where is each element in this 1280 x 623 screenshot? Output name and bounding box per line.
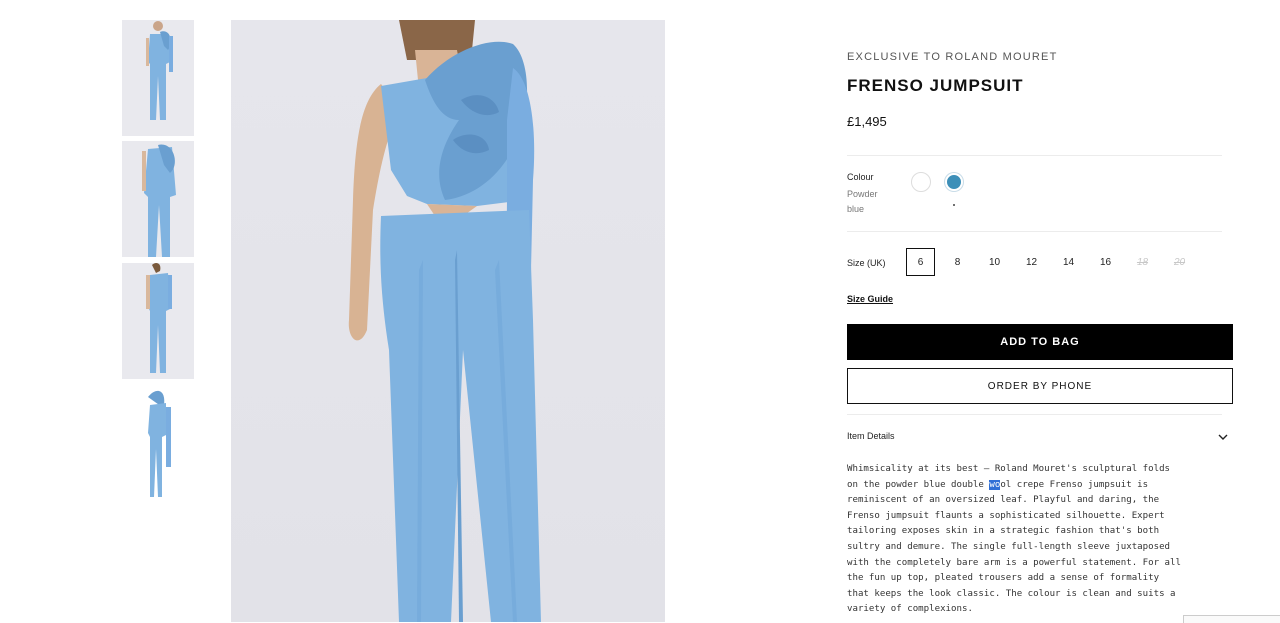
selected-swatch-indicator [953, 204, 955, 206]
description-line: the fun up top, pleated trousers add a s… [847, 573, 1160, 584]
description-line: with the completely bare arm is a powerf… [847, 557, 1181, 568]
description-line: variety of complexions. [847, 604, 973, 615]
main-product-image[interactable] [231, 20, 665, 622]
description-line: Whimsicality at its best – Roland Mouret… [847, 464, 1171, 474]
colour-name: Powder blue [847, 189, 878, 214]
selected-text-highlight: wo [989, 479, 1001, 490]
thumbnail-3[interactable] [122, 263, 194, 379]
product-info-panel: EXCLUSIVE TO ROLAND MOURET FRENSO JUMPSU… [847, 0, 1233, 622]
product-price: £1,495 [847, 114, 887, 129]
swatch-white[interactable] [911, 172, 931, 192]
description-line: Frenso jumpsuit flaunts a sophisticated … [847, 510, 1165, 521]
size-option-16[interactable]: 16 [1091, 248, 1120, 276]
item-description: Whimsicality at its best – Roland Mouret… [847, 462, 1233, 618]
divider [847, 231, 1222, 232]
size-option-6[interactable]: 6 [906, 248, 935, 276]
swatch-powder-blue[interactable] [945, 173, 963, 191]
product-title: FRENSO JUMPSUIT [847, 76, 1024, 95]
add-to-bag-button[interactable]: ADD TO BAG [847, 324, 1233, 360]
description-line: tailoring exposes skin in a strategic fa… [847, 526, 1160, 537]
description-line: on the powder blue double wool crepe Fre… [847, 478, 1233, 494]
brand-label: EXCLUSIVE TO ROLAND MOURET [847, 51, 1058, 63]
size-option-8[interactable]: 8 [943, 248, 972, 276]
thumbnail-2[interactable] [122, 141, 194, 257]
description-line: reminiscent of an oversized leaf. Playfu… [847, 495, 1160, 506]
description-line: that keeps the look classic. The colour … [847, 588, 1176, 599]
description-text: ol crepe Frenso jumpsuit is [1000, 479, 1149, 490]
thumbnail-4[interactable] [122, 385, 194, 501]
chevron-down-icon[interactable] [1217, 431, 1229, 443]
size-option-20[interactable]: 20 [1165, 248, 1194, 276]
description-text: on the powder blue double [847, 479, 990, 490]
size-option-10[interactable]: 10 [980, 248, 1009, 276]
thumbnail-1[interactable] [122, 20, 194, 136]
item-details-toggle[interactable]: Item Details [847, 431, 895, 441]
colour-label: Colour [847, 172, 874, 182]
size-option-18[interactable]: 18 [1128, 248, 1157, 276]
divider [847, 155, 1222, 156]
description-line: sultry and demure. The single full-lengt… [847, 541, 1171, 552]
order-by-phone-button[interactable]: ORDER BY PHONE [847, 368, 1233, 404]
divider [847, 414, 1222, 415]
size-option-14[interactable]: 14 [1054, 248, 1083, 276]
size-guide-link[interactable]: Size Guide [847, 294, 893, 304]
size-option-12[interactable]: 12 [1017, 248, 1046, 276]
size-label: Size (UK) [847, 258, 886, 268]
